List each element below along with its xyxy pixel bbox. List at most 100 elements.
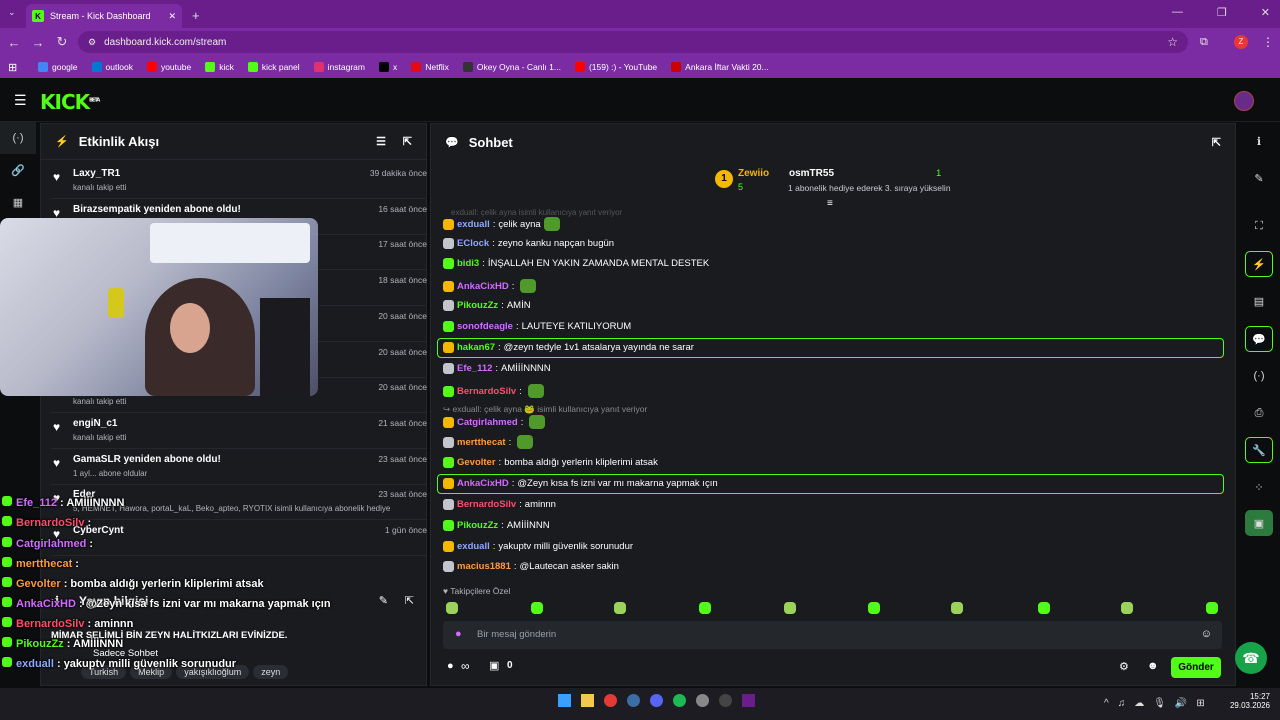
chat-username[interactable]: mertthecat [457, 437, 506, 448]
chrome-icon[interactable] [604, 694, 617, 707]
chat-username[interactable]: AnkaCixHD [457, 281, 509, 292]
bookmark-item[interactable]: Okey Oyna - Canlı 1... [462, 62, 561, 73]
bookmark-item[interactable]: youtube [146, 62, 191, 73]
emote-option-icon[interactable] [868, 602, 880, 614]
browser-tab[interactable]: K Stream - Kick Dashboard ✕ [26, 4, 182, 28]
new-tab-button[interactable]: + [192, 8, 200, 23]
activity-nav-icon[interactable]: ⚡ [1245, 251, 1273, 277]
mic-icon[interactable]: ● [455, 628, 462, 640]
help-fab-button[interactable]: ☎ [1235, 642, 1267, 674]
chat-username[interactable]: exduall [457, 541, 490, 552]
emote-option-icon[interactable] [446, 602, 458, 614]
bookmark-item[interactable]: kick panel [247, 62, 300, 73]
bookmark-item[interactable]: kick [205, 62, 234, 73]
chat-username[interactable]: Gevolter [457, 457, 496, 468]
activity-item[interactable]: ♥ CyberCynt 1 gün önce [51, 521, 427, 556]
share-nav-icon[interactable]: ⁘ [1245, 474, 1273, 500]
tools-nav-icon[interactable]: 🔧 [1245, 437, 1273, 463]
bookmark-item[interactable]: x [378, 62, 397, 73]
extensions-icon[interactable]: ⧉ [1200, 36, 1208, 49]
emote-option-icon[interactable] [951, 602, 963, 614]
spotify-icon[interactable] [673, 694, 686, 707]
chat-username[interactable]: Catgirlahmed [457, 417, 518, 428]
bookmark-star-icon[interactable]: ☆ [1167, 35, 1178, 49]
stream-info-popout-icon[interactable]: ⇱ [405, 594, 414, 607]
activity-item[interactable]: ♥ GamaSLR yeniden abone oldu! 1 ayl... abo… [51, 450, 427, 485]
minimize-icon[interactable]: — [1172, 6, 1183, 19]
obs-icon[interactable] [719, 694, 732, 707]
emote-option-icon[interactable] [531, 602, 543, 614]
send-button[interactable]: Gönder [1171, 657, 1221, 678]
files-icon[interactable] [581, 694, 594, 707]
chat-settings-icon[interactable]: ⚙ [1119, 660, 1129, 673]
pinned-leaderboard[interactable]: 1 Zewiio 5 osmTR55 1 1 abonelik hediye e… [431, 162, 1235, 209]
reload-icon[interactable]: ↻ [50, 34, 74, 50]
collapse-icon[interactable]: ≡ [827, 198, 833, 209]
tab-close-icon[interactable]: ✕ [168, 11, 176, 22]
emote-option-icon[interactable] [614, 602, 626, 614]
chat-username[interactable]: sonofdeagle [457, 321, 513, 332]
close-window-icon[interactable]: ✕ [1261, 6, 1270, 19]
filter-icon[interactable]: ☰ [376, 135, 386, 148]
chat-username[interactable]: PikouzZz [457, 520, 498, 531]
emote-option-icon[interactable] [784, 602, 796, 614]
activity-item[interactable]: ♥ Laxy_TR1 kanalı takip etti 39 dakika önce [51, 164, 427, 199]
emote-option-icon[interactable] [1206, 602, 1218, 614]
hamburger-menu-icon[interactable]: ☰ [14, 92, 27, 109]
steam-icon[interactable] [627, 694, 640, 707]
chat-popout-icon[interactable]: ⇱ [1212, 136, 1221, 149]
discord-icon[interactable] [650, 694, 663, 707]
steam-active-icon[interactable] [742, 694, 755, 707]
bookmark-item[interactable]: google [38, 62, 78, 73]
notes-nav-icon[interactable]: ▤ [1245, 288, 1273, 314]
edit-icon[interactable]: ✎ [379, 594, 388, 607]
user-avatar[interactable] [1234, 91, 1254, 111]
bookmark-item[interactable]: (159) :) - YouTube [574, 62, 657, 73]
back-icon[interactable]: ← [2, 35, 26, 50]
tab-menu-icon[interactable]: ⌄ [8, 7, 16, 18]
site-info-icon[interactable]: ⚙ [88, 37, 96, 48]
chat-username[interactable]: EClock [457, 238, 489, 249]
browser-menu-icon[interactable]: ⋮ [1262, 35, 1274, 49]
chat-nav-icon[interactable]: 💬 [1245, 326, 1273, 352]
kick-logo[interactable]: KICKBETA [40, 90, 100, 114]
start-icon[interactable] [558, 694, 571, 707]
bookmark-item[interactable]: Netflix [411, 62, 449, 73]
activity-item[interactable]: ♥ engiN_c1 kanalı takip etti 21 saat önce [51, 414, 427, 449]
emote-option-icon[interactable] [1121, 602, 1133, 614]
printer-nav-icon[interactable]: ⎙ [1245, 400, 1273, 426]
chat-username[interactable]: BernardoSilv [457, 386, 516, 397]
focus-nav-icon[interactable]: ⛶ [1245, 213, 1273, 239]
chat-username[interactable]: BernardoSilv [457, 499, 516, 510]
emoji-picker-icon[interactable]: ☺ [1201, 628, 1212, 640]
bookmark-item[interactable]: instagram [313, 62, 365, 73]
apps-icon[interactable]: ⊞ [8, 61, 17, 74]
restore-icon[interactable]: ❐ [1217, 6, 1227, 19]
forward-icon[interactable]: → [26, 35, 50, 50]
bookmark-item[interactable]: outlook [91, 62, 133, 73]
popout-icon[interactable]: ⇱ [403, 135, 412, 148]
edit-nav-icon[interactable]: ✎ [1245, 165, 1273, 191]
analytics-icon[interactable]: ▦ [0, 186, 36, 218]
link-icon[interactable]: 🔗 [0, 154, 36, 186]
broadcast-nav-icon[interactable]: (·) [1245, 363, 1273, 389]
chat-input[interactable]: ● Bir mesaj gönderin ☺ [443, 621, 1222, 649]
app-icon[interactable] [696, 694, 709, 707]
bookmark-item[interactable]: Ankara İftar Vakti 20... [671, 62, 769, 73]
chat-username[interactable]: hakan67 [457, 342, 495, 353]
chat-username[interactable]: PikouzZz [457, 300, 498, 311]
info-nav-icon[interactable]: ℹ [1245, 128, 1273, 154]
chest-icon[interactable]: ▣ [489, 659, 499, 672]
chat-username[interactable]: macius1881 [457, 561, 511, 572]
emote-option-icon[interactable] [1038, 602, 1050, 614]
stream-icon[interactable]: (·) [0, 122, 36, 154]
chat-emote-icon[interactable]: ☻ [1147, 660, 1159, 672]
emote-option-icon[interactable] [699, 602, 711, 614]
clock[interactable]: 15:27 29.03.2026 [1230, 692, 1270, 710]
url-field[interactable]: ⚙ dashboard.kick.com/stream ☆ [78, 31, 1188, 53]
chat-username[interactable]: AnkaCixHD [457, 478, 509, 489]
profile-avatar[interactable]: Z [1234, 35, 1248, 49]
chat-username[interactable]: exduall [457, 219, 490, 230]
chat-username[interactable]: bidi3 [457, 258, 479, 269]
tag-pill[interactable]: zeyn [253, 665, 289, 679]
